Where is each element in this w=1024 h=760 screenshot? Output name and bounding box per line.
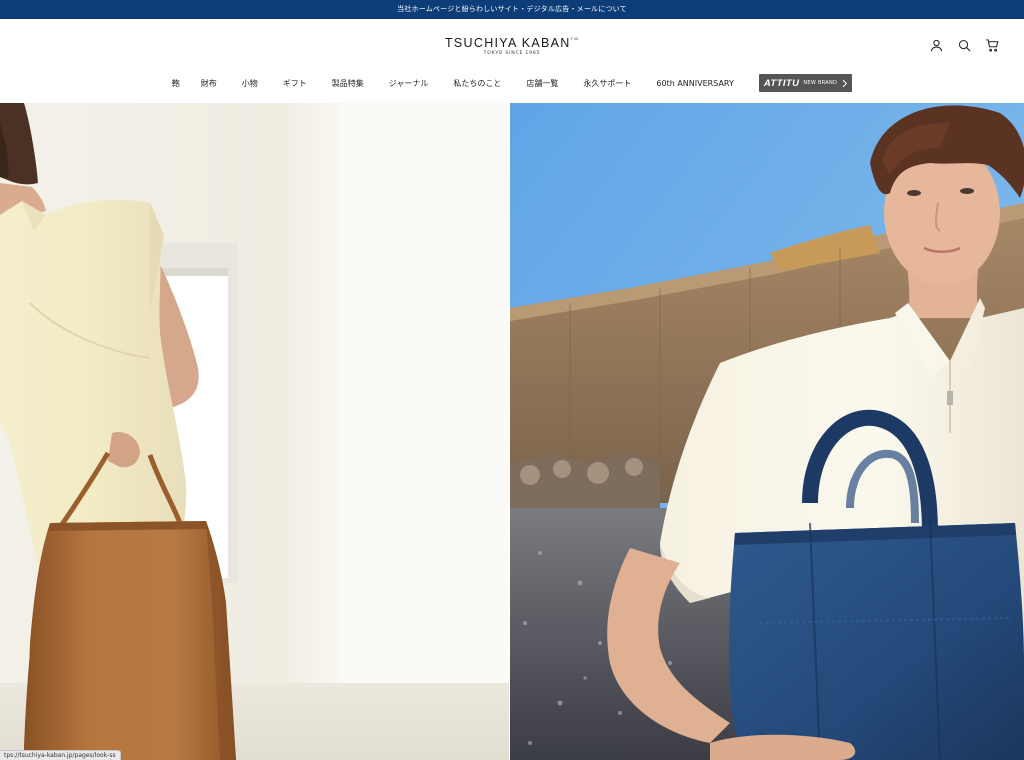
chevron-right-icon (842, 79, 848, 87)
brand-name: ATTITU (763, 77, 800, 89)
logo-trademark: TM (570, 36, 580, 41)
logo-wordmark: TSUCHIYA KABANTM (0, 36, 1024, 50)
nav-item-wallets[interactable]: 財布 (201, 78, 217, 89)
nav-new-brand-button[interactable]: ATTITU NEW BRAND (758, 74, 853, 92)
nav-item-journal[interactable]: ジャーナル (389, 78, 429, 89)
brand-tag: NEW BRAND (803, 80, 838, 86)
cart-icon[interactable] (985, 38, 1000, 53)
main-nav: 鞄 財布 小物 ギフト 製品特集 ジャーナル 私たちのこと 店舗一覧 永久サポー… (0, 71, 1024, 95)
announcement-bar[interactable]: 当社ホームページと紛らわしいサイト・デジタル広告・メールについて (0, 0, 1024, 19)
logo-tagline: TOKYO SINCE 1965 (483, 51, 541, 56)
status-bar-url: tps://tsuchiya-kaban.jp/pages/look-ss (0, 750, 121, 760)
left-hero-photo (0, 103, 509, 760)
site-header: TSUCHIYA KABANTM TOKYO SINCE 1965 鞄 財布 小… (0, 19, 1024, 103)
nav-item-gift[interactable]: ギフト (283, 78, 307, 89)
nav-item-small-goods[interactable]: 小物 (242, 78, 258, 89)
nav-item-features[interactable]: 製品特集 (332, 78, 364, 89)
account-icon[interactable] (929, 38, 944, 53)
nav-item-bags[interactable]: 鞄 (172, 78, 180, 89)
hero-slide-right[interactable] (510, 103, 1024, 760)
nav-item-support[interactable]: 永久サポート (583, 78, 631, 89)
nav-item-about[interactable]: 私たちのこと (453, 78, 501, 89)
hero-banner: tps://tsuchiya-kaban.jp/pages/look-ss (0, 103, 1024, 760)
nav-item-anniversary[interactable]: 60th ANNIVERSARY (656, 79, 733, 88)
right-hero-photo (510, 103, 1024, 760)
search-icon[interactable] (957, 38, 972, 53)
logo-name: TSUCHIYA KABAN (444, 36, 571, 50)
site-logo[interactable]: TSUCHIYA KABANTM TOKYO SINCE 1965 (0, 36, 1024, 56)
hero-slide-left[interactable] (0, 103, 509, 760)
header-actions (929, 38, 1000, 53)
nav-item-stores[interactable]: 店舗一覧 (526, 78, 558, 89)
announcement-text[interactable]: 当社ホームページと紛らわしいサイト・デジタル広告・メールについて (397, 5, 627, 13)
